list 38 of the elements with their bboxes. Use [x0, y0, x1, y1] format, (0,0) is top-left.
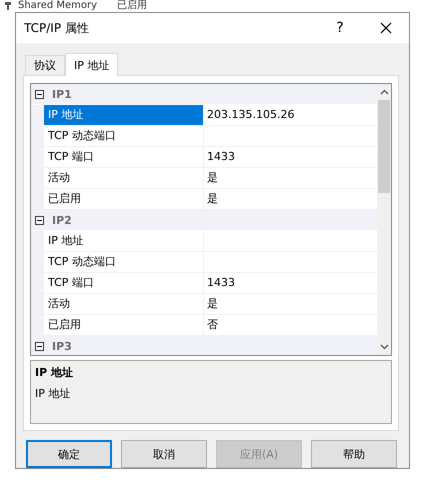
- property-value[interactable]: 是: [204, 189, 377, 209]
- help-button[interactable]: ?: [317, 13, 363, 43]
- group-header[interactable]: IP3: [49, 340, 72, 352]
- collapse-icon[interactable]: [35, 216, 44, 224]
- group-header[interactable]: IP2: [49, 214, 72, 226]
- window-title: TCP/IP 属性: [24, 20, 90, 36]
- collapse-icon[interactable]: [35, 90, 44, 98]
- scrollbar-thumb[interactable]: [378, 100, 390, 193]
- property-value[interactable]: 否: [204, 315, 377, 335]
- dialog-button[interactable]: 帮助: [311, 440, 397, 468]
- property-name[interactable]: 活动: [44, 168, 204, 188]
- property-name[interactable]: 活动: [44, 294, 204, 314]
- collapse-icon[interactable]: [35, 342, 44, 350]
- property-name[interactable]: TCP 动态端口: [44, 252, 204, 272]
- tab[interactable]: IP 地址: [65, 53, 118, 76]
- dialog-button[interactable]: 确定: [26, 440, 112, 468]
- description-title: IP 地址: [35, 365, 73, 380]
- property-name[interactable]: TCP 动态端口: [44, 126, 204, 146]
- group-header[interactable]: IP1: [49, 88, 72, 100]
- description-text: IP 地址: [35, 386, 70, 401]
- scroll-down-icon[interactable]: [380, 344, 388, 350]
- tab[interactable]: 协议: [25, 55, 65, 75]
- dialog-button[interactable]: 取消: [121, 440, 207, 468]
- property-value[interactable]: 1433: [204, 273, 377, 293]
- property-name[interactable]: TCP 端口: [44, 147, 204, 167]
- property-name[interactable]: IP 地址: [44, 231, 204, 251]
- property-value[interactable]: 1433: [204, 147, 377, 167]
- scroll-up-icon[interactable]: [380, 89, 388, 95]
- close-icon: [380, 22, 392, 34]
- property-value[interactable]: 是: [204, 168, 377, 188]
- property-value[interactable]: 203.135.105.26: [204, 105, 377, 125]
- protocol-name: Shared Memory: [18, 0, 98, 12]
- property-name[interactable]: 已启用: [44, 189, 204, 209]
- property-value[interactable]: 是: [204, 294, 377, 314]
- property-name[interactable]: TCP 端口: [44, 273, 204, 293]
- property-name[interactable]: IP 地址: [44, 105, 204, 125]
- scrollbar[interactable]: [377, 84, 391, 355]
- property-name[interactable]: 已启用: [44, 315, 204, 335]
